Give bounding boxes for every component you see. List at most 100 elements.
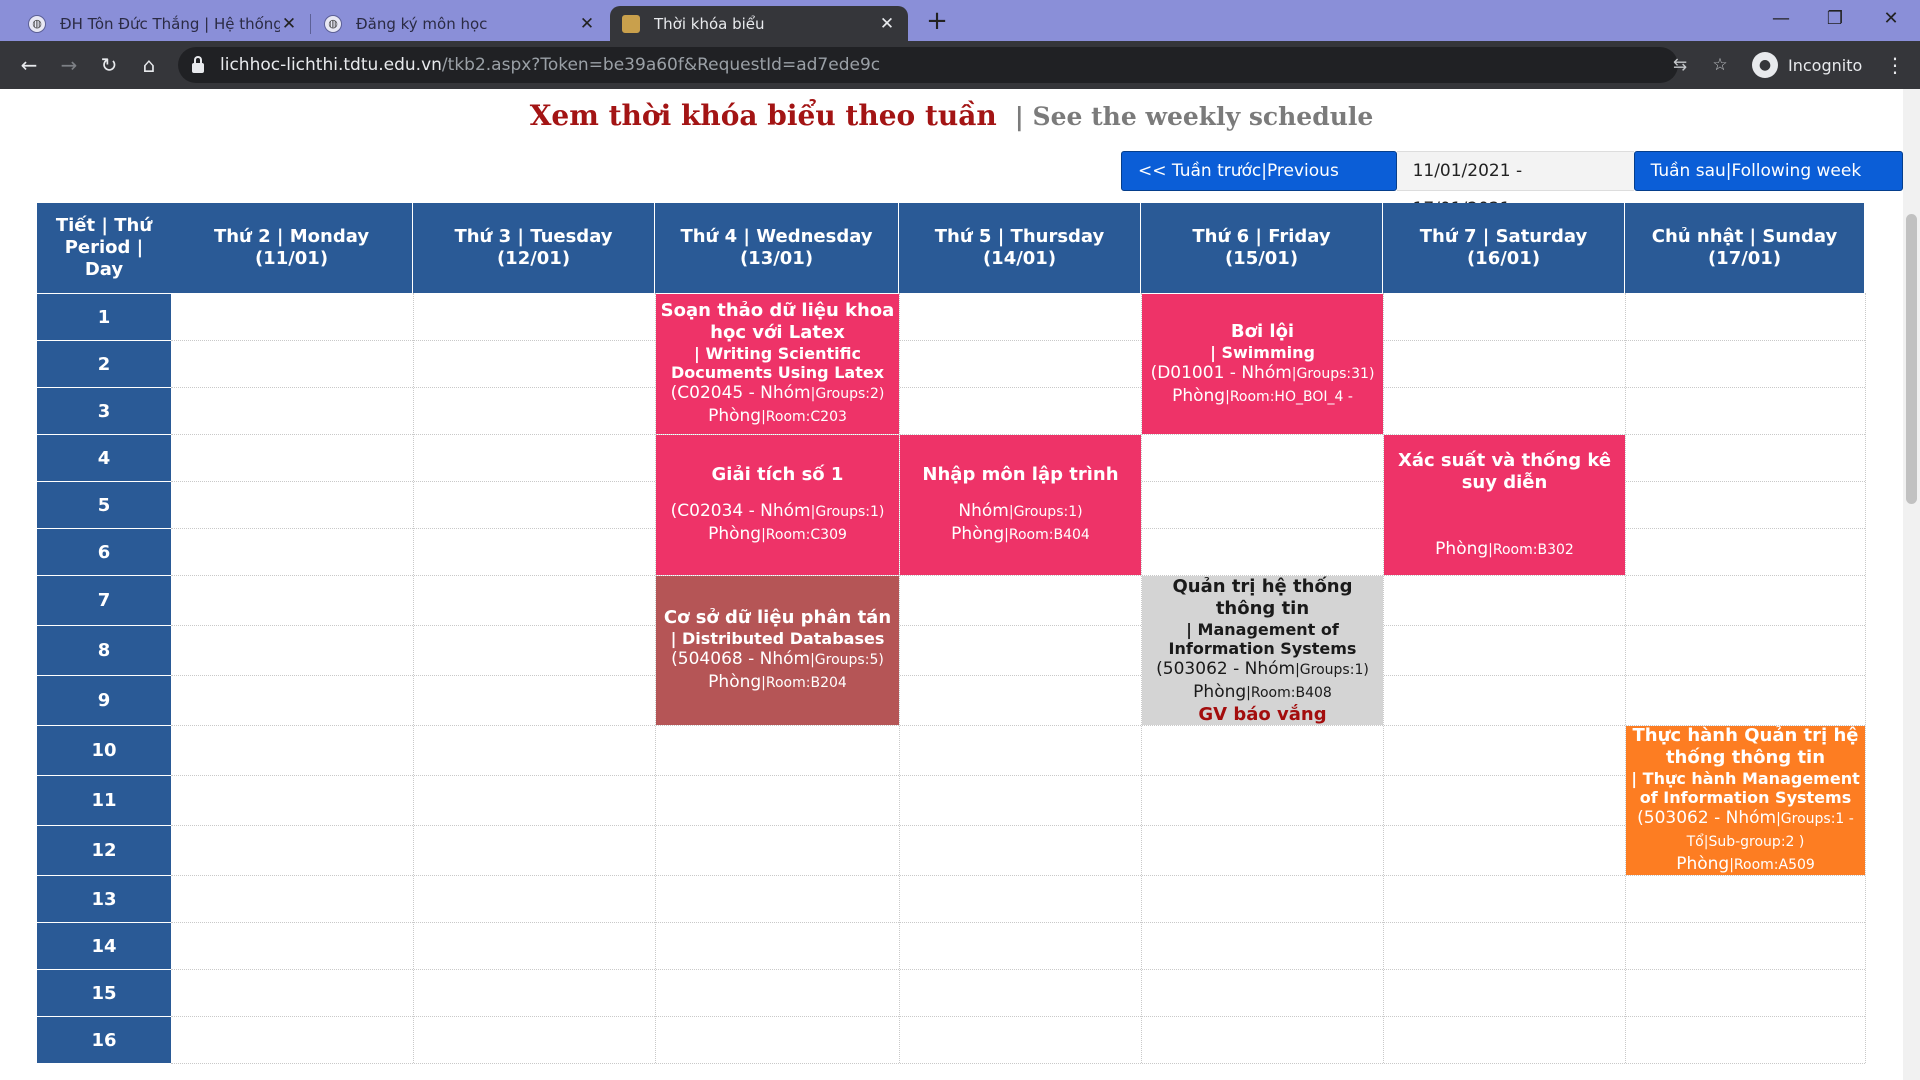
course-code: (C02034 - Nhóm [670,501,811,521]
course-title: Giải tích số 1 [711,464,844,485]
page-title: Xem thời khóa biểu theo tuần | See the we… [0,99,1903,132]
day-header: Chủ nhật | Sunday (17/01) [1625,203,1865,293]
period-number: 7 [37,575,171,625]
course-block[interactable]: Cơ sở dữ liệu phân tán | Distributed Data… [656,576,899,725]
course-group: (C02045 - Nhóm|Groups:2) [658,382,897,405]
course-block[interactable]: Bơi lội | Swimming (D01001 - Nhóm|Groups:3… [1142,294,1383,434]
room-label: Phòng [1193,681,1247,702]
minimize-icon[interactable]: — [1758,4,1804,34]
course-groups: |Groups:5) [810,652,884,668]
course-groups: |Groups:31) [1291,365,1375,382]
course-code: Nhóm [958,501,1009,521]
course-group: Nhóm|Groups:1) [902,500,1139,523]
course-block[interactable]: Xác suất và thống kê suy diễn Phòng|Room:… [1384,435,1625,575]
grid-column-line [1625,293,1626,1063]
course-room: Phòng|Room:B408 [1144,681,1381,704]
grid-row-line [171,875,1865,876]
room-label: Phòng [1676,854,1730,874]
day-date: (16/01) [1466,248,1541,269]
day-header: Thứ 4 | Wednesday (13/01) [655,203,899,293]
home-icon[interactable]: ⌂ [134,50,164,80]
day-header: Thứ 7 | Saturday (16/01) [1383,203,1625,293]
course-groups: |Groups:2) [810,386,885,402]
period-number: 12 [37,825,171,875]
course-block[interactable]: Quản trị hệ thống thông tin | Management … [1142,576,1383,725]
course-group: (503062 - Nhóm|Groups:1 - Tổ|Sub-group:2… [1628,807,1863,853]
browser-tab[interactable]: ◍ ĐH Tôn Đức Thắng | Hệ thống th ✕ [16,6,311,41]
week-navigation: << Tuần trước|Previous week 11/01/2021 -… [1121,151,1903,219]
course-block[interactable]: Nhập môn lập trình Nhóm|Groups:1) Phòng|Ro… [900,435,1141,575]
day-name: Thứ 3 | Tuesday [454,226,613,247]
course-title: Cơ sở dữ liệu phân tán [663,607,892,628]
day-name: Thứ 2 | Monday [213,226,370,247]
grid-row-line [171,625,1865,626]
day-name: Thứ 7 | Saturday [1419,226,1588,247]
close-window-icon[interactable]: ✕ [1868,4,1914,34]
grid-column-line [413,293,414,1063]
address-bar[interactable]: lichhoc-lichthi.tdtu.edu.vn/tkb2.aspx?To… [178,47,1728,83]
grid-column-line [1865,293,1866,1063]
course-title: Soạn thảo dữ liệu khoa học với Latex [660,300,895,343]
course-room: Phòng|Room:B302 [1386,538,1623,561]
grid-row-line [171,575,1865,576]
course-room: Phòng|Room:C203 [658,405,897,428]
grid-row-line [171,969,1865,970]
course-code: (503062 - Nhóm [1156,658,1296,679]
incognito-profile-button[interactable]: ● Incognito [1752,48,1862,82]
absence-note: GV báo vắng [1198,703,1327,725]
grid-row-line [171,1063,1865,1064]
room-value: |Room:B404 [1004,527,1090,543]
period-number: 11 [37,775,171,825]
previous-week-button[interactable]: << Tuần trước|Previous week [1121,151,1397,219]
page-scrollbar[interactable] [1903,89,1920,1080]
url-path: /tkb2.aspx?Token=be39a60f&RequestId=ad7e… [441,55,881,75]
course-subtitle: | Swimming [1210,342,1315,362]
star-icon[interactable]: ☆ [1706,51,1734,79]
day-name: Chủ nhật | Sunday [1651,226,1838,247]
course-groups: |Groups:1) [1295,661,1369,678]
reload-icon[interactable]: ↻ [94,50,124,80]
course-room: Phòng|Room:A509 [1628,853,1863,876]
course-code: (C02045 - Nhóm [670,383,811,403]
course-group: (C02034 - Nhóm|Groups:1) [658,500,897,523]
grid-row-line [171,675,1865,676]
room-value: |Room:C203 [761,409,847,425]
new-tab-button[interactable]: + [922,7,952,37]
course-groups: |Groups:1) [810,504,885,520]
grid-row-line [171,922,1865,923]
course-code: (503062 - Nhóm [1637,808,1777,828]
course-title: Thực hành Quản trị hệ thống thông tin [1632,725,1859,768]
course-code: (504068 - Nhóm [671,649,811,669]
room-label: Phòng [708,406,762,426]
translate-icon[interactable]: ⇆ [1666,51,1694,79]
forward-icon[interactable]: → [54,50,84,80]
scrollbar-thumb[interactable] [1906,214,1917,504]
grid-row-line [171,340,1865,341]
gift-icon [622,14,640,33]
menu-icon[interactable]: ⋮ [1880,50,1910,80]
grid-column-line [1383,293,1384,1063]
room-value: |Room:A509 [1729,857,1815,873]
title-english: | See the weekly schedule [1014,102,1374,131]
course-group: (D01001 - Nhóm|Groups:31) [1144,362,1381,385]
course-block[interactable]: Giải tích số 1 (C02034 - Nhóm|Groups:1) Ph… [656,435,899,575]
browser-tab-strip: ◍ ĐH Tôn Đức Thắng | Hệ thống th ✕ ◍ Đăn… [0,0,1920,41]
close-tab-icon[interactable]: ✕ [878,14,896,34]
room-label: Phòng [1172,385,1226,406]
day-name: Thứ 5 | Thursday [934,226,1105,247]
course-title: Quản trị hệ thống thông tin [1172,575,1353,619]
browser-tab-active[interactable]: Thời khóa biểu ✕ [610,6,908,41]
day-name: Thứ 4 | Wednesday [680,226,873,247]
close-tab-icon[interactable]: ✕ [578,14,596,34]
day-date: (12/01) [496,248,571,269]
restore-icon[interactable]: ❐ [1812,4,1858,34]
corner-header: Tiết | Thứ Period | Day [37,203,172,293]
course-title: Bơi lội [1230,320,1295,342]
course-block[interactable]: Soạn thảo dữ liệu khoa học với Latex | Wr… [656,294,899,434]
next-week-button[interactable]: Tuần sau|Following week >> [1633,151,1903,219]
back-icon[interactable]: ← [14,50,44,80]
course-block[interactable]: Thực hành Quản trị hệ thống thông tin | T… [1626,725,1865,876]
close-tab-icon[interactable]: ✕ [280,14,298,34]
browser-tab[interactable]: ◍ Đăng ký môn học ✕ [312,6,608,41]
course-room: Phòng|Room:HO_BOI_4 - [1144,385,1381,408]
